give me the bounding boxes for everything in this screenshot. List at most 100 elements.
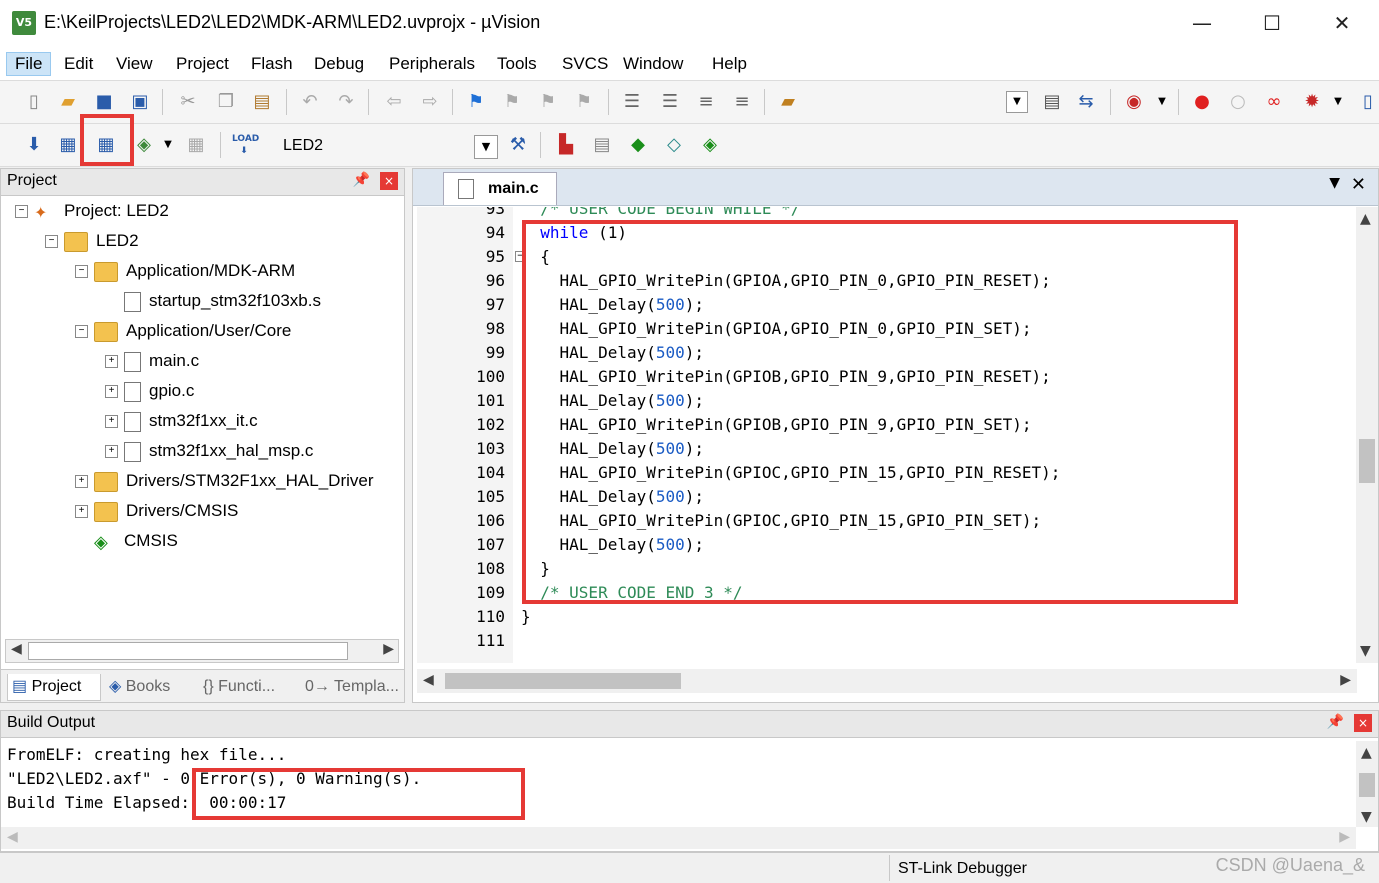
menu-file[interactable]: File bbox=[6, 52, 52, 76]
tab-project[interactable]: ▤ Project bbox=[7, 674, 101, 701]
debug-dropdown-arrow[interactable]: ▼ bbox=[1150, 90, 1174, 114]
tree-item[interactable]: ◈ CMSIS bbox=[75, 531, 178, 559]
tree-item[interactable]: − Application/User/Core bbox=[75, 321, 291, 349]
menu-view[interactable]: View bbox=[116, 54, 153, 74]
cut-icon[interactable]: ✂ bbox=[176, 90, 200, 114]
download-load-icon[interactable]: LOAD ⬇ bbox=[232, 133, 259, 157]
disable-all-breakpoints-icon[interactable]: ∞ bbox=[1262, 90, 1286, 114]
close-button[interactable]: ✕ bbox=[1322, 8, 1362, 38]
forward-icon[interactable]: ⇨ bbox=[418, 90, 442, 114]
menu-peripherals[interactable]: Peripherals bbox=[389, 54, 475, 74]
scroll-down-icon[interactable]: ▼ bbox=[1361, 809, 1372, 825]
bookmark-icon[interactable]: ⚑ bbox=[464, 90, 488, 114]
tree-item[interactable]: − Application/MDK-ARM bbox=[75, 261, 295, 289]
back-icon[interactable]: ⇦ bbox=[382, 90, 406, 114]
maximize-button[interactable]: ☐ bbox=[1252, 8, 1292, 38]
scroll-up-icon[interactable]: ▲ bbox=[1361, 745, 1372, 761]
copy-icon[interactable]: ❐ bbox=[214, 90, 238, 114]
menu-window[interactable]: Window bbox=[623, 54, 683, 74]
tree-horizontal-scrollbar[interactable]: ◀ ▶ bbox=[5, 639, 399, 663]
scroll-down-icon[interactable]: ▼ bbox=[1360, 643, 1371, 659]
expand-icon[interactable]: + bbox=[105, 385, 118, 399]
expand-icon[interactable]: + bbox=[75, 475, 88, 489]
find-in-files-icon[interactable]: ▰ bbox=[776, 90, 800, 114]
prev-bookmark-icon[interactable]: ⚑ bbox=[500, 90, 524, 114]
uncomment-icon[interactable]: ≡ bbox=[730, 90, 754, 114]
tree-item[interactable]: + stm32f1xx_it.c bbox=[105, 411, 258, 439]
debug-session-icon[interactable]: ◉ bbox=[1122, 90, 1146, 114]
window-layout-icon[interactable]: ▯ bbox=[1356, 90, 1379, 114]
expand-icon[interactable]: + bbox=[105, 445, 118, 459]
scroll-left-icon[interactable]: ◀ bbox=[11, 641, 22, 657]
close-tab-icon[interactable]: ✕ bbox=[1351, 174, 1366, 195]
menu-edit[interactable]: Edit bbox=[64, 54, 93, 74]
scroll-right-icon[interactable]: ▶ bbox=[1340, 672, 1351, 688]
file-extensions-icon[interactable]: ▙ bbox=[554, 133, 578, 157]
tree-item[interactable]: startup_stm32f103xb.s bbox=[105, 291, 321, 319]
scroll-left-icon[interactable]: ◀ bbox=[7, 829, 18, 845]
redo-icon[interactable]: ↷ bbox=[334, 90, 358, 114]
collapse-icon[interactable]: − bbox=[15, 205, 28, 219]
tree-item[interactable]: + gpio.c bbox=[105, 381, 194, 409]
scroll-thumb[interactable] bbox=[1359, 439, 1375, 483]
collapse-icon[interactable]: − bbox=[75, 265, 88, 279]
translate-icon[interactable]: ⬇ bbox=[22, 133, 46, 157]
select-software-packs-icon[interactable]: ◈ bbox=[698, 133, 722, 157]
scroll-thumb[interactable] bbox=[1359, 773, 1375, 797]
build-icon[interactable]: ▦ bbox=[56, 133, 80, 157]
menu-flash[interactable]: Flash bbox=[251, 54, 293, 74]
expand-icon[interactable]: + bbox=[105, 355, 118, 369]
breakpoint-icon[interactable]: ● bbox=[1190, 90, 1214, 114]
pin-icon[interactable]: 📌 bbox=[353, 172, 370, 188]
target-select[interactable]: LED2 ▼ bbox=[272, 132, 498, 160]
pin-icon[interactable]: 📌 bbox=[1327, 714, 1344, 730]
manage-components-icon[interactable]: ▤ bbox=[590, 133, 614, 157]
tree-item[interactable]: + Drivers/CMSIS bbox=[75, 501, 238, 529]
menu-help[interactable]: Help bbox=[712, 54, 747, 74]
open-folder-icon[interactable]: ▰ bbox=[56, 90, 80, 114]
tab-templates[interactable]: 0→ Templa... bbox=[301, 674, 405, 700]
tab-main-c[interactable]: main.c bbox=[443, 172, 557, 205]
next-bookmark-icon[interactable]: ⚑ bbox=[536, 90, 560, 114]
expand-icon[interactable]: + bbox=[105, 415, 118, 429]
close-icon[interactable]: × bbox=[380, 172, 398, 190]
menu-project[interactable]: Project bbox=[176, 54, 229, 74]
find-icon[interactable]: ▤ bbox=[1040, 90, 1064, 114]
close-icon[interactable]: × bbox=[1354, 714, 1372, 732]
tab-functions[interactable]: {} Functi... bbox=[199, 674, 299, 700]
unindent-icon[interactable]: ☰ bbox=[658, 90, 682, 114]
tree-item[interactable]: − LED2 bbox=[45, 231, 139, 259]
chevron-down-icon[interactable]: ▼ bbox=[474, 135, 498, 159]
stop-build-icon[interactable]: ▦ bbox=[184, 133, 208, 157]
collapse-icon[interactable]: − bbox=[45, 235, 58, 249]
indent-icon[interactable]: ☰ bbox=[620, 90, 644, 114]
save-icon[interactable]: ■ bbox=[92, 90, 116, 114]
tree-item[interactable]: + main.c bbox=[105, 351, 199, 379]
tab-list-dropdown-icon[interactable]: ▼ bbox=[1329, 175, 1340, 191]
scroll-up-icon[interactable]: ▲ bbox=[1360, 211, 1371, 227]
expand-icon[interactable]: + bbox=[75, 505, 88, 519]
tree-item[interactable]: + Drivers/STM32F1xx_HAL_Driver bbox=[75, 471, 374, 499]
build-horizontal-scrollbar[interactable]: ◀ ▶ bbox=[1, 827, 1356, 849]
incremental-find-icon[interactable]: ⇆ bbox=[1074, 90, 1098, 114]
tree-item[interactable]: + stm32f1xx_hal_msp.c bbox=[105, 441, 313, 469]
tab-books[interactable]: ◈ Books bbox=[105, 674, 193, 700]
pack-installer-icon[interactable]: ◇ bbox=[662, 133, 686, 157]
target-options-icon[interactable]: ⚒ bbox=[506, 133, 530, 157]
editor-vertical-scrollbar[interactable]: ▲ ▼ bbox=[1356, 207, 1378, 663]
batch-build-dropdown-arrow[interactable]: ▼ bbox=[156, 133, 180, 157]
editor-horizontal-scrollbar[interactable]: ◀ ▶ bbox=[417, 669, 1357, 693]
minimize-button[interactable]: — bbox=[1182, 8, 1222, 38]
build-vertical-scrollbar[interactable]: ▲ ▼ bbox=[1356, 741, 1378, 827]
scroll-thumb[interactable] bbox=[445, 673, 681, 689]
find-dropdown-arrow[interactable]: ▼ bbox=[1006, 91, 1028, 113]
undo-icon[interactable]: ↶ bbox=[298, 90, 322, 114]
collapse-icon[interactable]: − bbox=[75, 325, 88, 339]
scroll-right-icon[interactable]: ▶ bbox=[383, 641, 394, 657]
scroll-left-icon[interactable]: ◀ bbox=[423, 672, 434, 688]
scroll-thumb[interactable] bbox=[28, 642, 348, 660]
menu-tools[interactable]: Tools bbox=[497, 54, 537, 74]
kill-breakpoints-icon[interactable]: ✹ bbox=[1300, 90, 1324, 114]
run-time-environment-icon[interactable]: ◆ bbox=[626, 133, 650, 157]
comment-icon[interactable]: ≡ bbox=[694, 90, 718, 114]
